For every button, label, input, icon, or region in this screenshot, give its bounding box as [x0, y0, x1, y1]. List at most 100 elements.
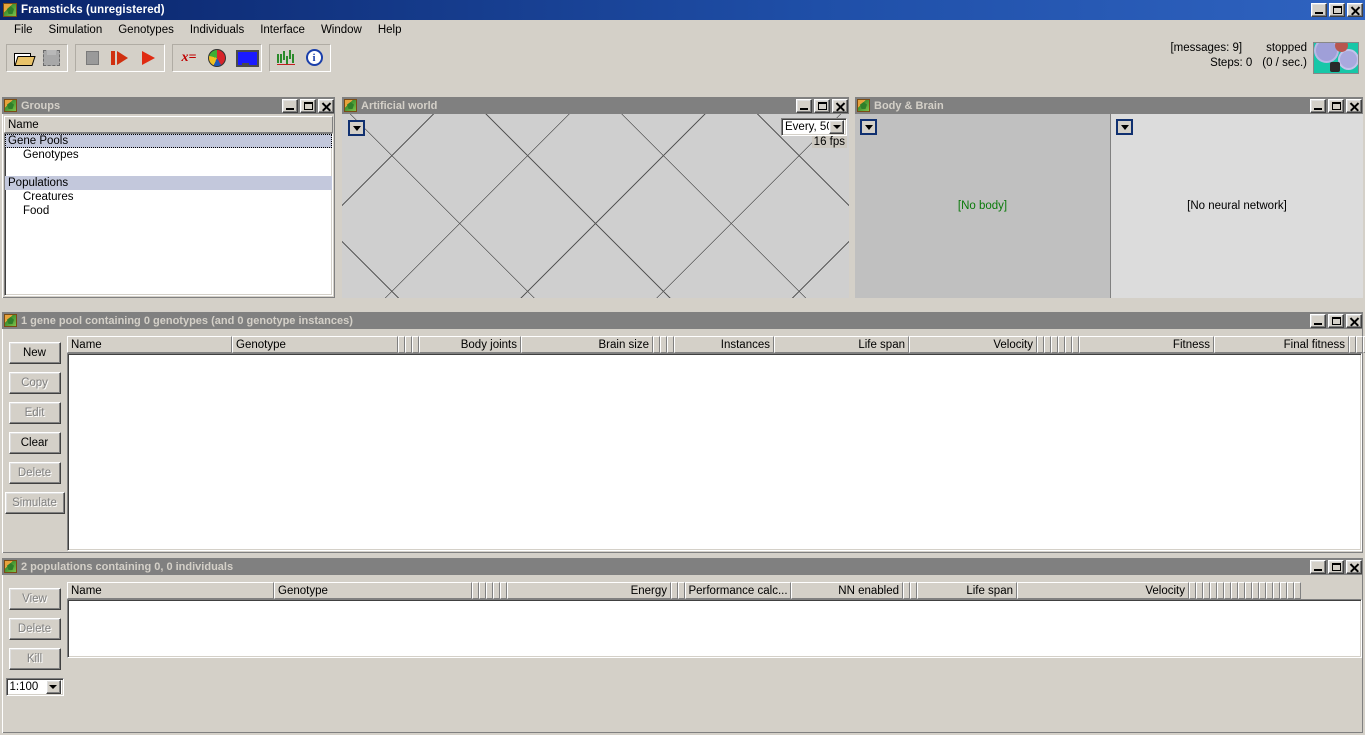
genepool-clear-button[interactable]: Clear — [8, 432, 61, 454]
menu-window[interactable]: Window — [313, 22, 370, 38]
world-maximize-button[interactable] — [814, 98, 830, 113]
brain-view-options-dropdown[interactable] — [1116, 119, 1133, 135]
populations-column-life-span[interactable]: Life span — [917, 582, 1017, 599]
tree-item-gene-pools[interactable]: Gene Pools — [5, 134, 332, 148]
step-button[interactable] — [106, 45, 134, 71]
groups-close-button[interactable] — [318, 98, 334, 113]
genepool-column-velocity[interactable]: Velocity — [909, 336, 1037, 353]
populations-column-genotype[interactable]: Genotype — [274, 582, 472, 599]
populations-column-sep-18[interactable] — [1203, 582, 1210, 599]
menu-file[interactable]: File — [6, 22, 41, 38]
menu-interface[interactable]: Interface — [252, 22, 313, 38]
world-minimize-button[interactable] — [796, 98, 812, 113]
run-button[interactable] — [134, 45, 162, 71]
about-button[interactable]: i — [300, 45, 328, 71]
populations-column-sep-6[interactable] — [500, 582, 507, 599]
genepool-column-sep-3[interactable] — [405, 336, 412, 353]
chevron-down-icon[interactable] — [45, 680, 61, 694]
genepool-new-button[interactable]: New — [8, 342, 61, 364]
genepool-minimize-button[interactable] — [1310, 313, 1326, 328]
populations-column-sep-28[interactable] — [1273, 582, 1280, 599]
populations-column-sep-16[interactable] — [1189, 582, 1196, 599]
genepool-column-sep-15[interactable] — [1051, 336, 1058, 353]
genepool-listview[interactable]: Name Genotype Body joints Brain size Instanc… — [67, 336, 1365, 551]
genepool-column-sep-16[interactable] — [1058, 336, 1065, 353]
populations-column-sep-21[interactable] — [1224, 582, 1231, 599]
chevron-down-icon[interactable] — [829, 120, 844, 134]
populations-column-sep-30[interactable] — [1287, 582, 1294, 599]
genepool-column-sep-18[interactable] — [1072, 336, 1079, 353]
populations-column-sep-17[interactable] — [1196, 582, 1203, 599]
populations-rows-area[interactable] — [67, 599, 1362, 658]
genepool-close-button[interactable] — [1346, 313, 1362, 328]
chart-button[interactable] — [272, 45, 300, 71]
populations-column-sep-4[interactable] — [486, 582, 493, 599]
genepool-column-instances[interactable]: Instances — [674, 336, 774, 353]
refresh-rate-combo[interactable]: Every, 50 — [781, 118, 847, 136]
genepool-column-sep-9[interactable] — [667, 336, 674, 353]
genepool-column-sep-7[interactable] — [653, 336, 660, 353]
populations-close-button[interactable] — [1346, 559, 1362, 574]
maximize-button[interactable] — [1329, 3, 1345, 17]
populations-listview[interactable]: Name Genotype Energy Performance calc... NN … — [67, 582, 1362, 658]
bodybrain-close-button[interactable] — [1346, 98, 1362, 113]
populations-column-sep-5[interactable] — [493, 582, 500, 599]
genepool-column-name[interactable]: Name — [67, 336, 232, 353]
genepool-column-sep-21[interactable] — [1349, 336, 1356, 353]
populations-column-sep-26[interactable] — [1259, 582, 1266, 599]
genepool-column-brain-size[interactable]: Brain size — [521, 336, 653, 353]
world-viewport[interactable] — [342, 114, 849, 298]
populations-maximize-button[interactable] — [1328, 559, 1344, 574]
populations-column-sep-3[interactable] — [479, 582, 486, 599]
save-button[interactable] — [37, 45, 65, 71]
populations-column-sep-24[interactable] — [1245, 582, 1252, 599]
console-button[interactable] — [231, 45, 259, 71]
populations-column-sep-22[interactable] — [1231, 582, 1238, 599]
menu-help[interactable]: Help — [370, 22, 410, 38]
genepool-column-sep-17[interactable] — [1065, 336, 1072, 353]
populations-column-sep-12[interactable] — [903, 582, 910, 599]
groups-minimize-button[interactable] — [282, 98, 298, 113]
body-viewport[interactable]: [No body] — [855, 114, 1111, 298]
populations-column-energy[interactable]: Energy — [507, 582, 671, 599]
world-close-button[interactable] — [832, 98, 848, 113]
groups-tree[interactable]: Gene Pools Genotypes Populations Creatur… — [4, 133, 333, 296]
tree-item-creatures[interactable]: Creatures — [5, 190, 332, 204]
populations-column-sep-9[interactable] — [678, 582, 685, 599]
open-button[interactable] — [9, 45, 37, 71]
genepool-column-sep-8[interactable] — [660, 336, 667, 353]
menu-genotypes[interactable]: Genotypes — [110, 22, 182, 38]
bodybrain-minimize-button[interactable] — [1310, 98, 1326, 113]
genepool-column-genotype[interactable]: Genotype — [232, 336, 398, 353]
populations-column-sep-25[interactable] — [1252, 582, 1259, 599]
genepool-column-fitness[interactable]: Fitness — [1079, 336, 1214, 353]
populations-column-performance-calc[interactable]: Performance calc... — [685, 582, 791, 599]
body-view-options-dropdown[interactable] — [860, 119, 877, 135]
stop-button[interactable] — [78, 45, 106, 71]
genepool-column-sep-22[interactable] — [1356, 336, 1363, 353]
genepool-column-life-span[interactable]: Life span — [774, 336, 909, 353]
genepool-column-body-joints[interactable]: Body joints — [419, 336, 521, 353]
tree-item-food[interactable]: Food — [5, 204, 332, 218]
genepool-rows-area[interactable] — [67, 353, 1362, 551]
genepool-column-sep-14[interactable] — [1044, 336, 1051, 353]
bodybrain-maximize-button[interactable] — [1328, 98, 1344, 113]
populations-minimize-button[interactable] — [1310, 559, 1326, 574]
genepool-column-sep-4[interactable] — [412, 336, 419, 353]
minimize-button[interactable] — [1311, 3, 1327, 17]
genepool-maximize-button[interactable] — [1328, 313, 1344, 328]
close-button[interactable] — [1347, 3, 1363, 17]
genepool-column-final-fitness[interactable]: Final fitness — [1214, 336, 1349, 353]
scale-combo[interactable]: 1:100 — [5, 678, 64, 696]
menu-simulation[interactable]: Simulation — [41, 22, 111, 38]
groups-maximize-button[interactable] — [300, 98, 316, 113]
populations-column-sep-31[interactable] — [1294, 582, 1301, 599]
populations-column-sep-23[interactable] — [1238, 582, 1245, 599]
populations-column-name[interactable]: Name — [67, 582, 274, 599]
tree-item-genotypes[interactable]: Genotypes — [5, 148, 332, 162]
populations-column-nn-enabled[interactable]: NN enabled — [791, 582, 903, 599]
brain-viewport[interactable]: [No neural network] — [1111, 114, 1363, 298]
view-options-dropdown[interactable] — [348, 120, 365, 136]
genepool-column-sep-13[interactable] — [1037, 336, 1044, 353]
genepool-column-sep-2[interactable] — [398, 336, 405, 353]
